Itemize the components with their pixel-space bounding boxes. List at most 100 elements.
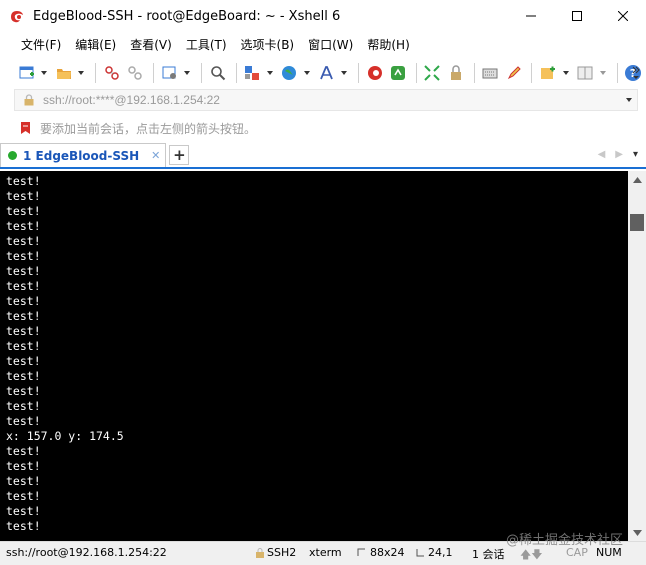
- chevron-down-icon: [626, 98, 632, 102]
- status-connection: ssh://root@192.168.1.254:22: [6, 546, 167, 559]
- properties-dropdown[interactable]: [182, 62, 192, 84]
- terminal-scrollbar[interactable]: [628, 171, 646, 541]
- encoding-dropdown[interactable]: [302, 62, 312, 84]
- highlight-button[interactable]: [503, 62, 524, 84]
- lock-button[interactable]: [445, 62, 466, 84]
- menu-help[interactable]: 帮助(H): [360, 32, 416, 58]
- terminal-line: test!: [6, 294, 41, 308]
- lock-icon: [24, 94, 34, 106]
- toolbar: ?: [0, 58, 646, 88]
- new-tab-button[interactable]: [537, 62, 558, 84]
- font-dropdown[interactable]: [339, 62, 349, 84]
- tab-scroll-right-icon[interactable]: ▶: [615, 149, 623, 160]
- menu-edit[interactable]: 编辑(E): [68, 32, 123, 58]
- address-input[interactable]: [43, 91, 621, 109]
- find-icon: [211, 66, 226, 81]
- menu-tools[interactable]: 工具(T): [179, 32, 234, 58]
- new-tab-icon: [540, 66, 555, 79]
- address-bar: [14, 89, 638, 111]
- minimize-button[interactable]: [508, 0, 554, 32]
- status-terminal-type: xterm: [309, 546, 342, 559]
- tab-scroll-left-icon[interactable]: ◀: [598, 149, 606, 160]
- terminal-output[interactable]: test! test! test! test! test! test! test! test!…: [0, 171, 628, 541]
- xshell-button[interactable]: [364, 62, 385, 84]
- terminal-line: test!: [6, 354, 41, 368]
- menu-window[interactable]: 窗口(W): [301, 32, 360, 58]
- chevron-down-icon: [562, 71, 569, 75]
- menu-tabs[interactable]: 选项卡(B): [234, 32, 302, 58]
- encoding-button[interactable]: [279, 62, 300, 84]
- chevron-up-icon: [632, 176, 642, 183]
- tab-close-icon[interactable]: ✕: [151, 149, 160, 162]
- hint-text: 要添加当前会话，点击左侧的箭头按钮。: [40, 121, 257, 136]
- keyboard-button[interactable]: [479, 62, 500, 84]
- chevron-double-right-icon: [632, 66, 640, 79]
- tab-edgeblood-ssh[interactable]: 1 EdgeBlood-SSH ✕: [0, 143, 167, 167]
- transfer-icon: [245, 66, 260, 80]
- toolbar-divider: [616, 63, 618, 83]
- status-sessions: 1 会话: [472, 548, 505, 561]
- close-button[interactable]: [600, 0, 646, 32]
- open-folder-icon: [56, 69, 71, 79]
- menu-file[interactable]: 文件(F): [14, 32, 68, 58]
- reconnect-button[interactable]: [101, 62, 122, 84]
- find-button[interactable]: [207, 62, 228, 84]
- menu-view[interactable]: 查看(V): [123, 32, 179, 58]
- add-tab-button[interactable]: +: [169, 145, 190, 165]
- open-button[interactable]: [53, 62, 74, 84]
- xftp-button[interactable]: [387, 62, 408, 84]
- bookmark-arrow-icon[interactable]: [20, 121, 32, 135]
- layout-icon: [577, 66, 593, 80]
- scrollbar-thumb[interactable]: [630, 214, 644, 231]
- tab-bar: 1 EdgeBlood-SSH ✕ + ◀ ▶ ▾: [0, 143, 646, 169]
- connect-icon: [105, 66, 119, 80]
- address-dropdown[interactable]: [621, 98, 637, 102]
- transfer-button[interactable]: [242, 62, 263, 84]
- terminal-line: test!: [6, 234, 41, 248]
- terminal-line: test!: [6, 279, 41, 293]
- fullscreen-button[interactable]: [422, 62, 443, 84]
- open-dropdown[interactable]: [77, 62, 87, 84]
- terminal-line: test!: [6, 174, 41, 188]
- terminal-line: x: 157.0 y: 174.5: [6, 429, 124, 443]
- transfer-dropdown[interactable]: [265, 62, 275, 84]
- new-session-button[interactable]: [16, 62, 37, 84]
- terminal-line: test!: [6, 309, 41, 323]
- properties-button[interactable]: [159, 62, 180, 84]
- lock-icon: [256, 548, 264, 558]
- properties-icon: [162, 66, 176, 79]
- connection-status-icon: [8, 151, 17, 160]
- xftp-icon: [391, 66, 406, 80]
- tab-list-icon[interactable]: ▾: [633, 149, 638, 160]
- terminal-line: test!: [6, 264, 41, 278]
- lock-icon: [450, 65, 461, 80]
- terminal-line: test!: [6, 324, 41, 338]
- keyboard-icon: [482, 68, 498, 79]
- scroll-up-button[interactable]: [628, 171, 646, 188]
- new-tab-dropdown[interactable]: [561, 62, 571, 84]
- plus-icon: +: [173, 146, 186, 164]
- layout-dropdown[interactable]: [598, 62, 608, 84]
- new-session-icon: [19, 66, 34, 79]
- minimize-icon: [526, 15, 536, 17]
- chevron-down-icon: [341, 71, 348, 75]
- disconnect-button[interactable]: [125, 62, 146, 84]
- globe-icon: [282, 66, 297, 80]
- font-button[interactable]: [316, 62, 337, 84]
- layout-button[interactable]: [574, 62, 595, 84]
- terminal-line: test!: [6, 384, 41, 398]
- toolbar-divider: [473, 63, 475, 83]
- terminal-line: test!: [6, 249, 41, 263]
- fullscreen-icon: [424, 65, 441, 81]
- window-title: EdgeBlood-SSH - root@EdgeBoard: ~ - Xshe…: [33, 8, 341, 24]
- chevron-down-icon: [303, 71, 310, 75]
- close-icon: [618, 11, 628, 21]
- chevron-down-icon: [266, 71, 273, 75]
- toolbar-overflow-button[interactable]: [632, 63, 640, 83]
- scroll-down-button[interactable]: [628, 524, 646, 541]
- chevron-down-icon: [184, 71, 191, 75]
- toolbar-divider: [153, 63, 155, 83]
- title-bar: EdgeBlood-SSH - root@EdgeBoard: ~ - Xshe…: [0, 0, 646, 32]
- new-session-dropdown[interactable]: [39, 62, 49, 84]
- maximize-button[interactable]: [554, 0, 600, 32]
